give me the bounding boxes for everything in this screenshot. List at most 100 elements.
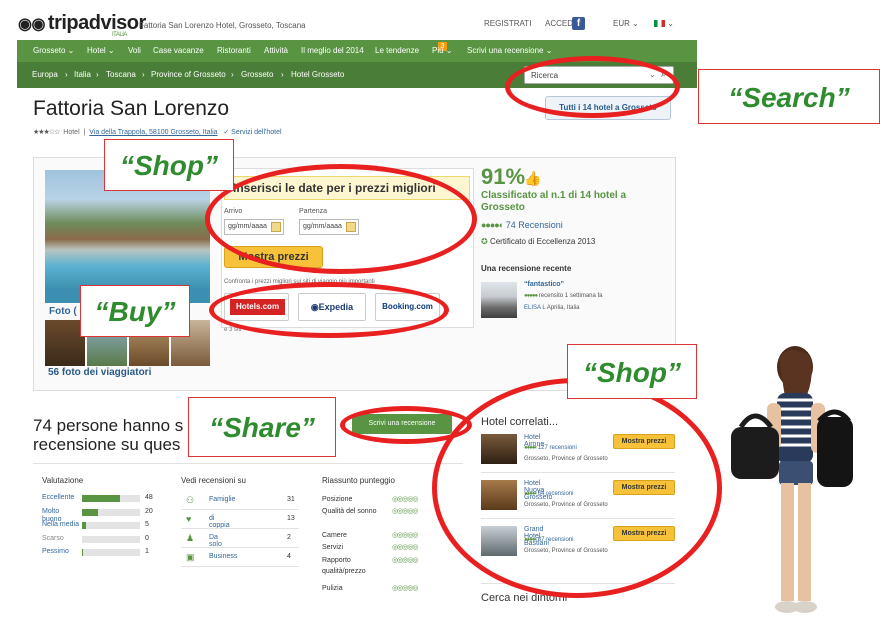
valutazione-bar-fill bbox=[82, 495, 120, 502]
valutazione-bar-fill bbox=[82, 549, 83, 556]
valutazione-label[interactable]: Scarso bbox=[42, 535, 80, 543]
tripadvisor-logo[interactable]: ◉◉ tripadvisor ITALIA bbox=[18, 12, 146, 38]
rating-bubbles: ◎◎◎◎◎ bbox=[392, 508, 419, 515]
valutazione-count: 20 bbox=[145, 507, 153, 515]
thumbnail-photo[interactable] bbox=[45, 320, 85, 366]
shop-right-callout: “Shop” bbox=[567, 344, 697, 399]
riassunto-label: Rapporto qualità/prezzo bbox=[322, 557, 366, 575]
register-link[interactable]: REGISTRATI bbox=[484, 19, 531, 28]
divider bbox=[181, 509, 299, 510]
valutazione-bar-fill bbox=[82, 522, 86, 529]
shop-callout: “Shop” bbox=[104, 139, 234, 191]
rating-bubbles: ●●●●◐ bbox=[481, 220, 504, 230]
hotel-services-link[interactable]: ✓ Servizi dell'hotel bbox=[223, 129, 281, 136]
breadcrumb-province[interactable]: Province of Grosseto bbox=[151, 70, 226, 79]
breadcrumb-hotel-grosseto[interactable]: Hotel Grosseto bbox=[291, 70, 344, 79]
riassunto-label: Posizione bbox=[322, 496, 353, 503]
valutazione-label[interactable]: Nella media bbox=[42, 521, 80, 529]
recent-review-author: ELISA L Aprilia, Italia bbox=[524, 305, 580, 311]
recent-review-header: Una recensione recente bbox=[481, 264, 572, 273]
recommend-percent: 91% bbox=[481, 164, 526, 189]
briefcase-icon: ▣ bbox=[186, 552, 195, 562]
valutazione-label[interactable]: Pessimo bbox=[42, 548, 80, 556]
owl-icon: ◉◉ bbox=[18, 16, 45, 33]
nav-meglio-2014[interactable]: Il meglio del 2014 bbox=[301, 46, 364, 55]
divider bbox=[181, 547, 299, 548]
riassunto-label: Servizi bbox=[322, 544, 344, 551]
riassunto-label: Camere bbox=[322, 532, 347, 539]
valutazione-bar bbox=[82, 535, 140, 543]
hotel-name: Fattoria San Lorenzo bbox=[33, 97, 230, 120]
vedi-filter-2[interactable]: Da solo bbox=[209, 534, 222, 548]
thumbs-up-icon: 👍 bbox=[524, 170, 542, 186]
ranking-text[interactable]: Classificato al n.1 di 14 hotel a Grosse… bbox=[481, 190, 631, 214]
related-highlight-ellipse bbox=[432, 378, 722, 598]
facebook-icon[interactable]: f bbox=[572, 17, 585, 30]
traveler-woman-illustration bbox=[731, 346, 853, 613]
hotel-meta: ★★★☆☆ Hotel | Via della Trappola, 58100 … bbox=[33, 129, 282, 136]
search-callout: “Search” bbox=[698, 69, 880, 124]
traveler-photos-link[interactable]: 56 foto dei viaggiatori bbox=[48, 367, 151, 378]
heart-icon: ♥ bbox=[186, 514, 192, 524]
search-highlight-ellipse bbox=[505, 56, 680, 118]
header-page-title: Fattoria San Lorenzo Hotel, Grosseto, To… bbox=[139, 21, 306, 30]
valutazione-count: 5 bbox=[145, 521, 149, 528]
valutazione-header: Valutazione bbox=[42, 476, 84, 485]
divider bbox=[181, 566, 299, 567]
nav-hotel[interactable]: Hotel ⌄ bbox=[87, 46, 115, 55]
buy-highlight-ellipse bbox=[209, 282, 449, 338]
nav-ristoranti[interactable]: Ristoranti bbox=[217, 46, 251, 55]
award-icon: ✪ bbox=[481, 237, 488, 246]
vedi-count: 4 bbox=[287, 553, 291, 560]
language-selector[interactable]: ⌄ bbox=[654, 19, 674, 28]
review-count[interactable]: ●●●●◐ 74 Recensioni bbox=[481, 220, 563, 230]
breadcrumb-toscana[interactable]: Toscana bbox=[106, 70, 136, 79]
nav-piu[interactable]: Più ⌄ bbox=[432, 46, 453, 55]
divider bbox=[33, 463, 463, 464]
login-link[interactable]: ACCEDI bbox=[545, 19, 575, 28]
vedi-filter-3[interactable]: Business bbox=[209, 553, 237, 560]
breadcrumb-sep: › bbox=[231, 70, 234, 79]
breadcrumb-sep: › bbox=[281, 70, 284, 79]
breadcrumb-sep: › bbox=[96, 70, 99, 79]
vedi-filter-1[interactable]: di coppia bbox=[209, 515, 230, 529]
star-rating: ★★★☆☆ bbox=[33, 129, 60, 136]
valutazione-bar bbox=[82, 549, 140, 556]
nav-voli[interactable]: Voli bbox=[128, 46, 141, 55]
valutazione-bar bbox=[82, 495, 140, 502]
nav-case-vacanze[interactable]: Case vacanze bbox=[153, 46, 204, 55]
valutazione-count: 0 bbox=[145, 534, 149, 542]
breadcrumb-grosseto[interactable]: Grosseto bbox=[241, 70, 273, 79]
buy-callout: “Buy” bbox=[80, 285, 190, 337]
family-icon: ⚇ bbox=[186, 495, 195, 505]
valutazione-bar bbox=[82, 522, 140, 529]
nav-scrivi-recensione[interactable]: Scrivi una recensione ⌄ bbox=[467, 46, 552, 55]
rating-bubbles: ◎◎◎◎◎ bbox=[392, 557, 419, 564]
hotel-address[interactable]: Via della Trappola, 58100 Grosseto, Ital… bbox=[89, 129, 217, 136]
rating-bubbles: ◎◎◎◎◎ bbox=[392, 544, 419, 551]
currency-selector[interactable]: EUR ⌄ bbox=[613, 19, 639, 28]
vedi-filter-0[interactable]: Famiglie bbox=[209, 496, 235, 503]
valutazione-bar-fill bbox=[82, 508, 98, 516]
reviewer-photo bbox=[481, 282, 517, 318]
breadcrumb-sep: › bbox=[142, 70, 145, 79]
rating-bubbles: ●●●●● bbox=[524, 293, 538, 299]
riassunto-header: Riassunto punteggio bbox=[322, 476, 395, 485]
recent-review-date: ●●●●● recensito 1 settimana fa bbox=[524, 293, 603, 299]
share-callout: “Share” bbox=[188, 397, 336, 457]
nav-tendenze[interactable]: Le tendenze bbox=[375, 46, 419, 55]
vedi-count: 13 bbox=[287, 515, 295, 522]
nav-attivita[interactable]: Attività bbox=[264, 46, 288, 55]
valutazione-bar bbox=[82, 508, 140, 516]
valutazione-label[interactable]: Eccellente bbox=[42, 494, 80, 502]
recent-review-title[interactable]: “fantastico” bbox=[524, 281, 564, 288]
italy-flag-icon bbox=[654, 20, 665, 28]
rating-bubbles: ◎◎◎◎◎ bbox=[392, 585, 419, 592]
certificate-excellence: ✪ Certificato di Eccellenza 2013 bbox=[481, 237, 596, 246]
shop-highlight-ellipse bbox=[205, 164, 477, 274]
riassunto-label: Qualità del sonno bbox=[322, 508, 377, 515]
photo-label: Foto ( bbox=[49, 306, 77, 317]
nav-grosseto[interactable]: Grosseto ⌄ bbox=[33, 46, 74, 55]
breadcrumb-italia[interactable]: Italia bbox=[74, 70, 91, 79]
breadcrumb-europa[interactable]: Europa bbox=[32, 70, 58, 79]
